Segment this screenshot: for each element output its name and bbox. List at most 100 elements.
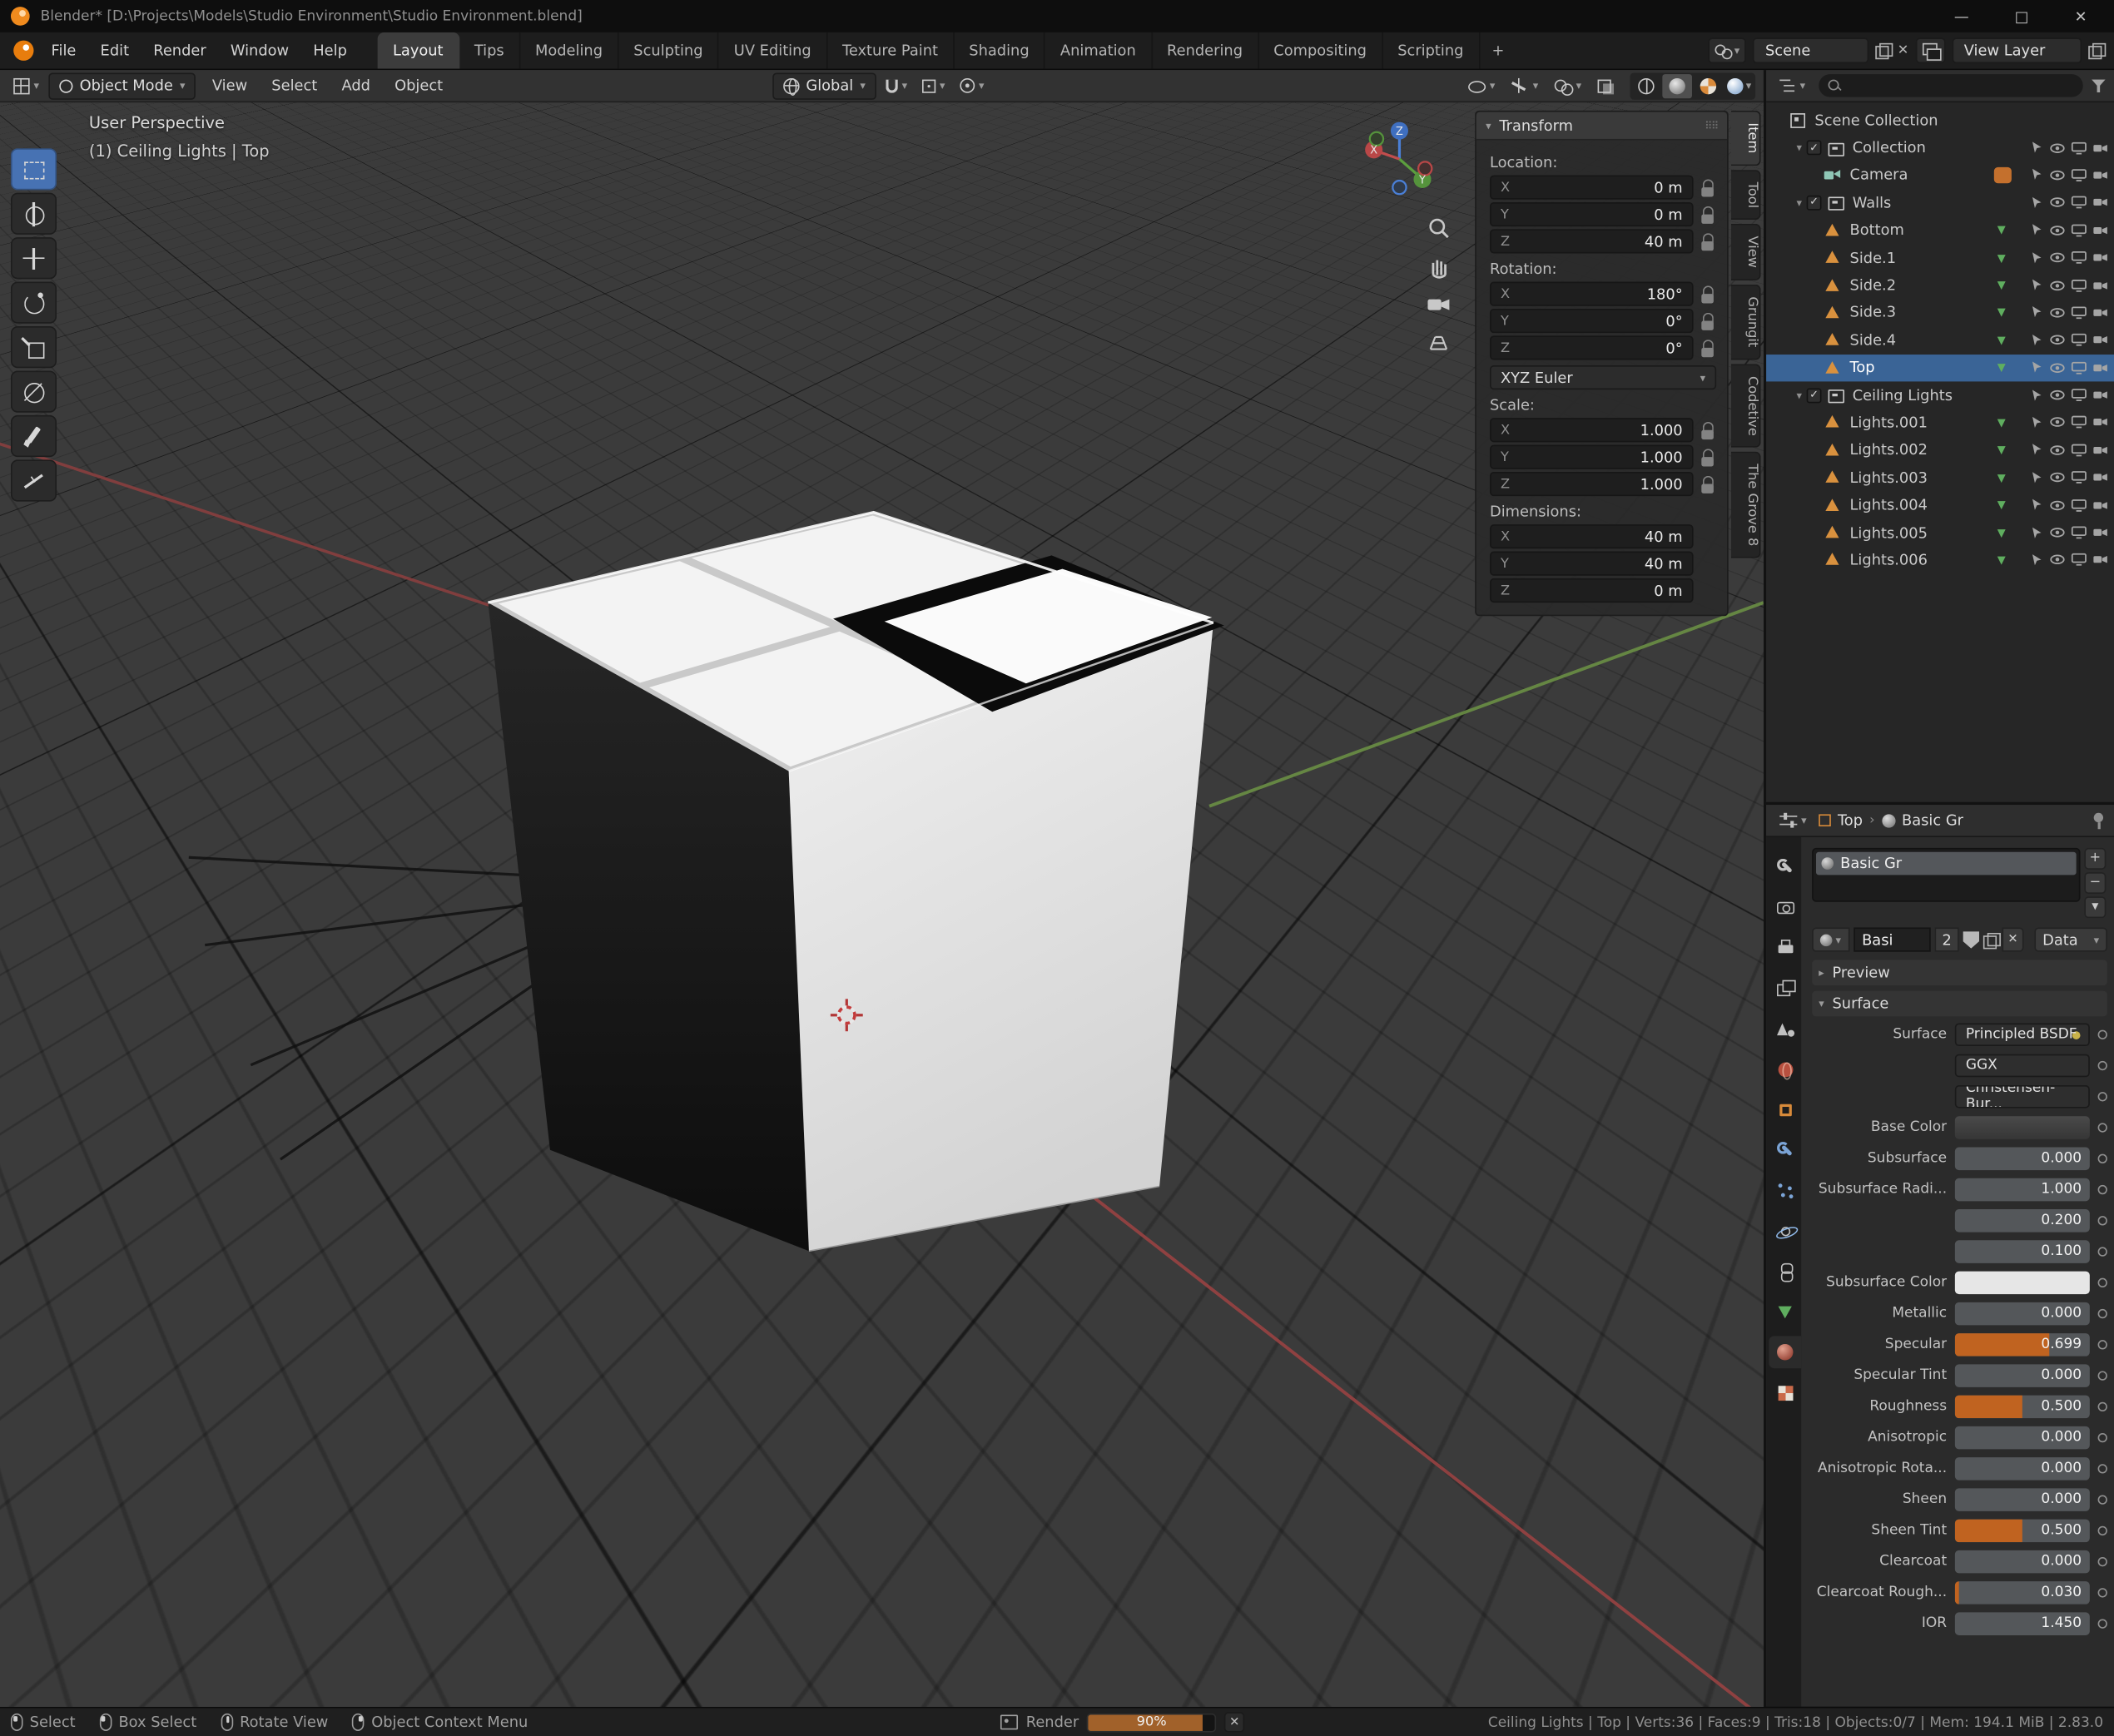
viewport-disable-icon[interactable] (2071, 279, 2087, 292)
outliner-search-input[interactable] (1819, 74, 2083, 97)
object-name[interactable]: Scene Collection (1814, 112, 1938, 129)
animate-dot-icon[interactable] (2097, 1308, 2107, 1318)
sidebar-tab[interactable]: Item (1730, 110, 1761, 166)
cancel-render-button[interactable]: ✕ (1224, 1712, 1245, 1733)
property-control[interactable]: 0.000 (1954, 1456, 2090, 1480)
surface-panel-header[interactable]: ▾ Surface (1812, 990, 2107, 1017)
object-name[interactable]: Lights.006 (1850, 551, 1928, 568)
zoom-icon[interactable] (1427, 216, 1451, 240)
viewport-disable-icon[interactable] (2071, 526, 2087, 539)
render-disable-icon[interactable] (2092, 416, 2108, 429)
number-field[interactable]: Y 1.000 (1489, 444, 1694, 469)
hide-eye-icon[interactable] (2049, 168, 2065, 181)
hide-eye-icon[interactable] (2049, 306, 2065, 320)
outliner-row[interactable]: ▾ ✓ Side.3 ▼ (1766, 299, 2114, 326)
preview-panel-header[interactable]: ▸ Preview (1812, 960, 2107, 986)
viewport-disable-icon[interactable] (2071, 141, 2087, 154)
fake-user-icon[interactable] (1963, 930, 1980, 949)
lock-icon[interactable] (1701, 339, 1716, 357)
collection-checkbox[interactable]: ✓ (1806, 195, 1822, 211)
shading-solid-button[interactable] (1662, 73, 1692, 98)
properties-tab[interactable] (1769, 1053, 1801, 1085)
editor-type-button[interactable]: ▾ (8, 72, 45, 99)
outliner-row[interactable]: ▾ ✓ Bottom ▼ (1766, 216, 2114, 244)
workspace-tab[interactable]: Modeling (520, 32, 619, 69)
number-field[interactable]: X0 m (1489, 175, 1694, 200)
lock-icon[interactable] (1701, 448, 1716, 466)
render-disable-icon[interactable] (2092, 444, 2108, 457)
hide-eye-icon[interactable] (2049, 223, 2065, 236)
outliner-row[interactable]: ▾ ✓ Ceiling Lights ▼ (1766, 381, 2114, 409)
properties-tab[interactable] (1769, 1255, 1801, 1287)
navigation-gizmo[interactable]: Z X Y (1359, 119, 1440, 200)
outliner-row[interactable]: ▾ ✓ Scene Collection ▼ (1766, 107, 2114, 134)
viewport-disable-icon[interactable] (2071, 416, 2087, 429)
render-disable-icon[interactable] (2092, 389, 2108, 402)
sidebar-tab[interactable]: Grungit (1730, 284, 1761, 360)
overlays-button[interactable]: ▾ (1548, 72, 1587, 99)
add-workspace-button[interactable]: + (1480, 32, 1516, 69)
property-control[interactable]: 1.000 (1954, 1177, 2090, 1201)
properties-tab[interactable] (1769, 1336, 1802, 1369)
tool-button[interactable] (10, 459, 57, 502)
lock-icon[interactable] (1701, 285, 1716, 303)
sidebar-tab[interactable]: The Grove 8 (1730, 451, 1761, 558)
viewport-disable-icon[interactable] (2071, 553, 2087, 567)
hide-eye-icon[interactable] (2049, 334, 2065, 347)
unlink-material-button[interactable]: ✕ (2002, 927, 2024, 952)
collection-checkbox[interactable]: ✓ (1806, 387, 1822, 403)
object-name[interactable]: Collection (1853, 139, 1926, 156)
outliner-row[interactable]: ▾ ✓ Lights.005 ▼ (1766, 518, 2114, 546)
viewport-menu-item[interactable]: Object (383, 67, 455, 104)
properties-tab[interactable] (1769, 1215, 1801, 1247)
animate-dot-icon[interactable] (2097, 1339, 2107, 1349)
transform-panel-header[interactable]: ▾ Transform ⠿⠿ (1476, 112, 1728, 141)
property-control[interactable]: 0.200 (1954, 1208, 2090, 1232)
outliner-row[interactable]: ▾ ✓ Lights.001 ▼ (1766, 409, 2114, 436)
outliner-row[interactable]: ▾ ✓ Top ▼ (1766, 354, 2114, 382)
object-name[interactable]: Lights.003 (1850, 469, 1928, 486)
viewport-disable-icon[interactable] (2071, 361, 2087, 374)
rotation-mode-dropdown[interactable]: XYZ Euler ▾ (1489, 365, 1717, 390)
breadcrumb-object[interactable]: Top (1838, 811, 1863, 829)
object-name[interactable]: Side.4 (1850, 331, 1897, 349)
delete-scene-button[interactable]: ✕ (1898, 43, 1909, 58)
slot-specials-button[interactable]: ▾ (2084, 896, 2107, 919)
collection-checkbox[interactable]: ✓ (1806, 140, 1822, 156)
sidebar-tab[interactable]: Tool (1730, 169, 1761, 221)
properties-tab[interactable] (1769, 1376, 1801, 1409)
property-control[interactable]: 0.000 (1954, 1550, 2090, 1573)
maximize-button[interactable]: □ (2015, 7, 2029, 25)
workspace-tab[interactable]: UV Editing (719, 32, 828, 69)
sidebar-tab[interactable]: Codetive (1730, 363, 1761, 448)
new-material-button[interactable] (1982, 932, 2001, 949)
property-control[interactable] (1954, 1115, 2090, 1139)
animate-dot-icon[interactable] (2097, 1525, 2107, 1535)
property-control[interactable]: 0.100 (1954, 1239, 2090, 1263)
breadcrumb-material[interactable]: Basic Gr (1902, 811, 1963, 829)
animate-dot-icon[interactable] (2097, 1246, 2107, 1256)
hide-eye-icon[interactable] (2049, 553, 2065, 567)
new-view-layer-button[interactable] (2088, 42, 2107, 60)
object-name[interactable]: Lights.004 (1850, 496, 1928, 513)
render-disable-icon[interactable] (2092, 196, 2108, 209)
property-control[interactable]: GGX (1954, 1053, 2090, 1077)
viewport-disable-icon[interactable] (2071, 444, 2087, 457)
object-name[interactable]: Lights.001 (1850, 414, 1928, 431)
selectable-toggle-icon[interactable] (2029, 278, 2044, 293)
property-control[interactable]: 0.000 (1954, 1302, 2090, 1325)
tool-button[interactable] (10, 281, 57, 324)
hide-eye-icon[interactable] (2049, 279, 2065, 292)
material-name-field[interactable]: Basi (1853, 927, 1931, 952)
property-control[interactable]: 0.699 (1954, 1332, 2090, 1356)
property-control[interactable]: 0.030 (1954, 1580, 2090, 1604)
render-disable-icon[interactable] (2092, 141, 2108, 154)
object-name[interactable]: Side.3 (1850, 304, 1897, 321)
tool-button[interactable] (10, 192, 57, 235)
outliner-row[interactable]: ▾ ✓ Lights.004 ▼ (1766, 491, 2114, 518)
disclosure-icon[interactable]: ▾ (1792, 141, 1807, 154)
filter-icon[interactable] (2091, 78, 2107, 92)
mode-dropdown[interactable]: Object Mode ▾ (48, 72, 196, 100)
workspace-tab[interactable]: Layout (378, 32, 460, 69)
material-slot[interactable]: Basic Gr (1816, 851, 2077, 875)
